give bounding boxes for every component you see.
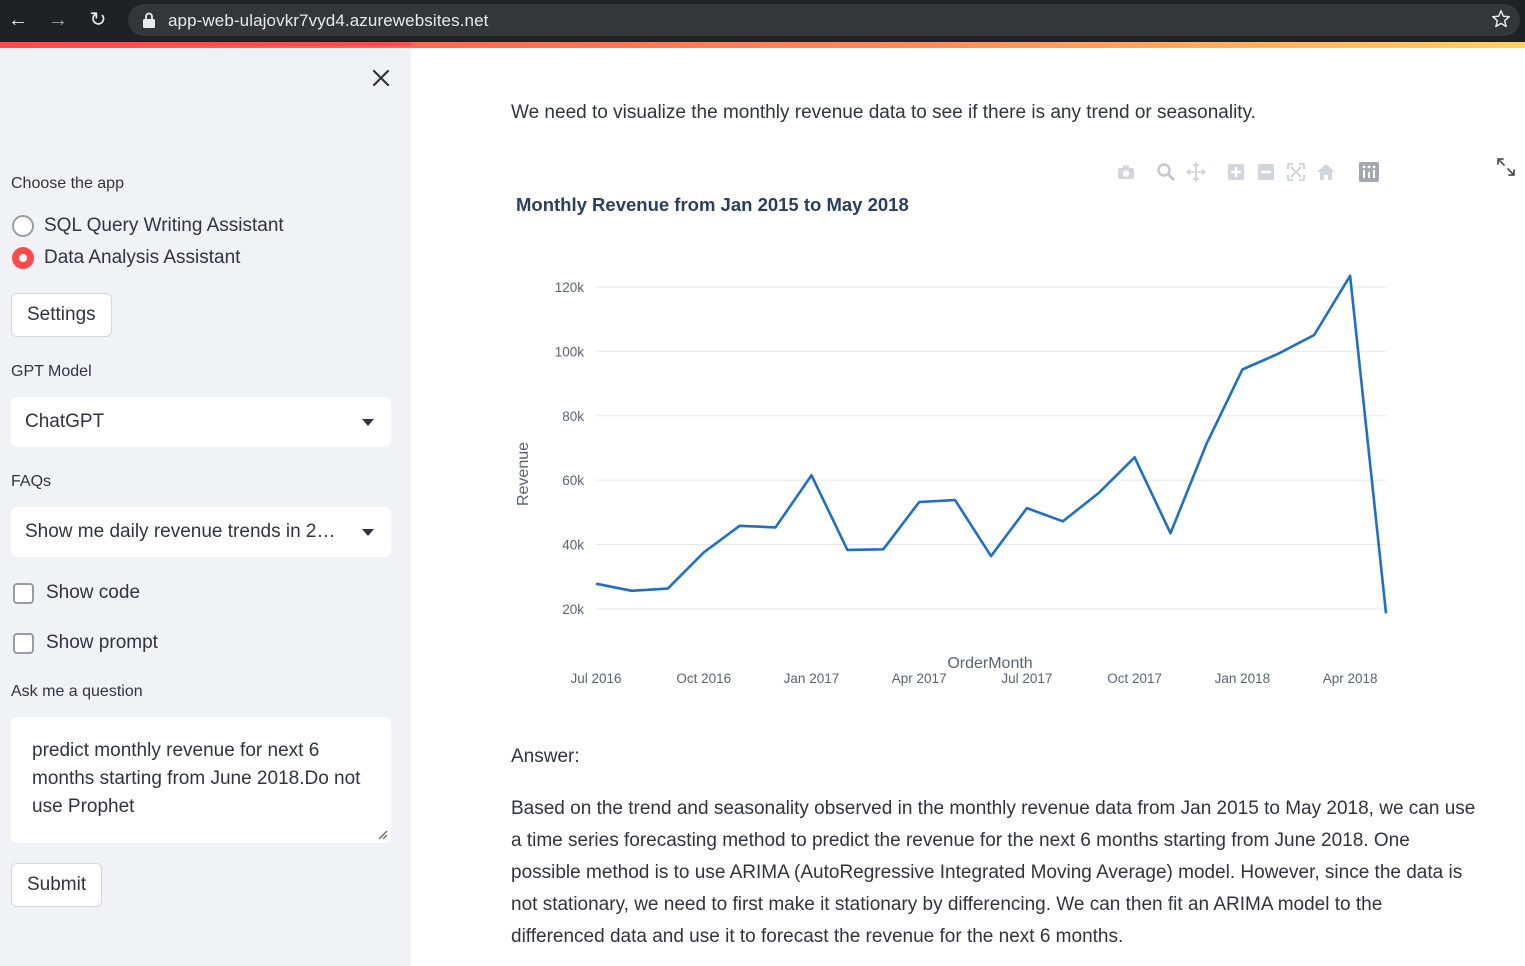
ask-question-label: Ask me a question: [11, 683, 143, 700]
radio-label: SQL Query Writing Assistant: [44, 215, 284, 236]
question-textarea[interactable]: predict monthly revenue for next 6 month…: [11, 717, 391, 843]
revenue-line-chart: Monthly Revenue from Jan 2015 to May 201…: [515, 194, 1388, 686]
answer-label: Answer:: [511, 746, 580, 767]
sidebar: Choose the app SQL Query Writing Assista…: [0, 48, 411, 966]
chart-y-axis-label: Revenue: [515, 442, 532, 506]
chevron-down-icon[interactable]: [362, 529, 374, 536]
chart-x-tick-label: Oct 2017: [1107, 671, 1162, 686]
address-bar[interactable]: app-web-ulajovkr7vyd4.azurewebsites.net: [128, 4, 1520, 36]
intro-text: We need to visualize the monthly revenue…: [511, 102, 1256, 123]
forward-icon[interactable]: →: [46, 8, 70, 32]
choose-app-label: Choose the app: [11, 175, 124, 192]
gpt-model-select[interactable]: ChatGPT: [11, 397, 391, 447]
checkbox-label: Show prompt: [46, 632, 158, 653]
chart-x-tick-label: Jan 2018: [1215, 671, 1271, 686]
question-text: predict monthly revenue for next 6 month…: [32, 740, 361, 817]
chart-y-tick-label: 20k: [562, 602, 584, 617]
chart-x-tick-label: Oct 2016: [676, 671, 731, 686]
submit-button[interactable]: Submit: [11, 863, 103, 907]
close-icon[interactable]: [369, 66, 393, 90]
chart-x-tick-label: Apr 2017: [892, 671, 947, 686]
gpt-model-value: ChatGPT: [25, 411, 105, 432]
chart-x-tick-label: Apr 2018: [1323, 671, 1378, 686]
resize-handle-icon[interactable]: [378, 830, 388, 840]
faqs-label: FAQs: [11, 473, 52, 490]
checkbox-box[interactable]: [13, 632, 34, 654]
radio-data-analysis-assistant[interactable]: Data Analysis Assistant: [12, 245, 240, 271]
checkbox-box[interactable]: [13, 582, 34, 604]
chart-x-axis-label: OrderMonth: [947, 655, 1032, 672]
faqs-value: Show me daily revenue trends in 2016 per…: [25, 521, 345, 542]
browser-toolbar: ← → ↻ app-web-ulajovkr7vyd4.azurewebsite…: [0, 0, 1525, 42]
show-code-checkbox[interactable]: Show code: [13, 581, 140, 605]
back-icon[interactable]: ←: [6, 8, 30, 32]
chart-y-tick-label: 40k: [562, 537, 584, 552]
checkbox-label: Show code: [46, 582, 141, 603]
radio-circle[interactable]: [12, 215, 34, 237]
chart-title: Monthly Revenue from Jan 2015 to May 201…: [516, 194, 909, 215]
chart-x-ticks: Jul 2016 Oct 2016 Jan 2017 Apr 2017 Jul 2017…: [570, 671, 1377, 686]
reload-icon[interactable]: ↻: [86, 8, 110, 32]
chart-x-tick-label: Jan 2017: [784, 671, 840, 686]
chart-x-tick-label: Jul 2016: [570, 671, 621, 686]
radio-label: Data Analysis Assistant: [44, 247, 241, 268]
chart-y-tick-label: 60k: [562, 473, 584, 488]
chart-y-tick-label: 100k: [555, 344, 585, 359]
chart-y-tick-label: 120k: [555, 280, 585, 295]
lock-icon: [143, 12, 155, 28]
bookmark-star-icon[interactable]: [1490, 8, 1512, 30]
url-text: app-web-ulajovkr7vyd4.azurewebsites.net: [168, 11, 489, 30]
revenue-series-line[interactable]: [595, 274, 1388, 614]
chart-gridlines: [596, 286, 1386, 610]
answer-text: Based on the trend and seasonality obser…: [511, 798, 1476, 947]
settings-button[interactable]: Settings: [11, 293, 112, 337]
app-header-accent-left: [0, 42, 411, 46]
radio-circle-selected[interactable]: [12, 247, 34, 269]
fullscreen-expand-icon[interactable]: [1495, 156, 1517, 178]
chevron-down-icon[interactable]: [362, 419, 374, 426]
chart-y-tick-label: 80k: [562, 409, 584, 424]
chart-y-ticks: 20k 40k 60k 80k 100k 120k: [555, 280, 585, 617]
radio-sql-assistant[interactable]: SQL Query Writing Assistant: [12, 213, 284, 239]
show-prompt-checkbox[interactable]: Show prompt: [13, 631, 158, 655]
gpt-model-label: GPT Model: [11, 363, 92, 380]
chart-x-tick-label: Jul 2017: [1001, 671, 1052, 686]
main-content: We need to visualize the monthly revenue…: [411, 48, 1525, 966]
faqs-select[interactable]: Show me daily revenue trends in 2016 per…: [11, 507, 391, 557]
